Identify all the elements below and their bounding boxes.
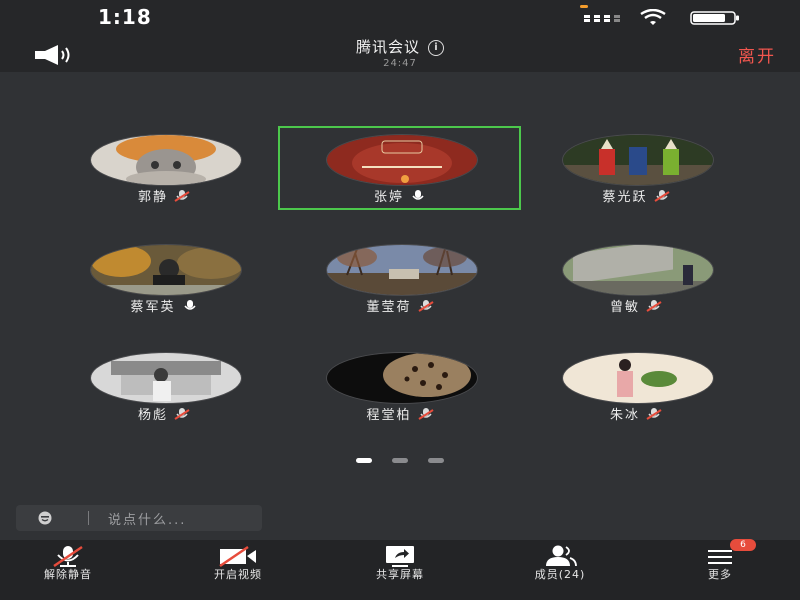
avatar bbox=[562, 244, 714, 296]
members-icon bbox=[546, 545, 577, 567]
participant-tile[interactable]: 郭静 bbox=[74, 124, 254, 224]
avatar bbox=[90, 244, 242, 296]
participant-name: 杨彪 bbox=[137, 408, 168, 423]
participant-name: 董莹荷 bbox=[366, 300, 412, 315]
avatar bbox=[90, 352, 242, 404]
participant-name: 郭静 bbox=[137, 190, 168, 205]
participant-grid: 郭静 张婷 蔡光跃 蔡军英 董莹荷 曾敏 杨彪 程堂柏 朱冰 bbox=[0, 72, 800, 452]
participant-name: 曾敏 bbox=[609, 300, 640, 315]
participant-label: 张婷 bbox=[310, 186, 490, 205]
participant-label: 朱冰 bbox=[546, 404, 726, 423]
recording-indicator bbox=[580, 5, 588, 8]
more-badge: 6 bbox=[730, 539, 756, 551]
meeting-header: 腾讯会议 i 24:47 离开 bbox=[0, 34, 800, 72]
participant-tile[interactable]: 董莹荷 bbox=[310, 234, 490, 334]
participant-label: 曾敏 bbox=[546, 296, 726, 315]
cellular-signal-icon bbox=[584, 15, 620, 22]
unmute-button[interactable]: 解除静音 bbox=[8, 540, 128, 600]
unmute-label: 解除静音 bbox=[44, 568, 92, 581]
participant-tile[interactable]: 曾敏 bbox=[546, 234, 726, 334]
participant-tile[interactable]: 张婷 bbox=[310, 124, 490, 224]
mic-muted-icon bbox=[174, 190, 190, 202]
wifi-icon bbox=[640, 9, 666, 25]
participant-name: 张婷 bbox=[373, 190, 404, 205]
mic-muted-icon bbox=[417, 408, 434, 420]
page-dot[interactable] bbox=[392, 458, 408, 463]
participant-name: 程堂柏 bbox=[366, 408, 412, 423]
status-time: 1:18 bbox=[98, 5, 152, 29]
participant-label: 杨彪 bbox=[74, 404, 254, 423]
mic-muted-icon bbox=[646, 408, 662, 420]
avatar bbox=[562, 134, 714, 186]
participant-tile[interactable]: 程堂柏 bbox=[310, 342, 490, 442]
avatar bbox=[326, 352, 478, 404]
share-screen-icon bbox=[386, 546, 414, 567]
participant-label: 董莹荷 bbox=[310, 296, 490, 315]
meeting-duration: 24:47 bbox=[383, 58, 417, 69]
share-screen-label: 共享屏幕 bbox=[376, 568, 424, 581]
meeting-title: 腾讯会议 bbox=[355, 38, 420, 56]
status-bar: 1:18 bbox=[0, 0, 800, 34]
more-label: 更多 bbox=[708, 568, 732, 581]
info-icon[interactable]: i bbox=[428, 40, 444, 56]
members-label: 成员(24) bbox=[534, 568, 586, 581]
participant-tile[interactable]: 朱冰 bbox=[546, 342, 726, 442]
participant-label: 郭静 bbox=[74, 186, 254, 205]
leave-button[interactable]: 离开 bbox=[738, 42, 776, 67]
participant-tile[interactable]: 蔡军英 bbox=[74, 234, 254, 334]
emoji-icon[interactable] bbox=[38, 511, 52, 525]
battery-icon bbox=[690, 11, 739, 25]
members-button[interactable]: 成员(24) bbox=[500, 540, 620, 600]
start-video-label: 开启视频 bbox=[214, 568, 262, 581]
mic-muted-icon bbox=[174, 408, 190, 420]
participant-label: 程堂柏 bbox=[310, 404, 490, 423]
title-block: 腾讯会议 i 24:47 bbox=[0, 36, 800, 69]
page-indicator[interactable] bbox=[356, 458, 456, 468]
participant-name: 蔡光跃 bbox=[602, 190, 648, 205]
avatar bbox=[326, 134, 478, 186]
camera-off-icon bbox=[219, 545, 256, 568]
participant-tile[interactable]: 杨彪 bbox=[74, 342, 254, 442]
participant-label: 蔡军英 bbox=[74, 296, 254, 315]
bottom-toolbar: 解除静音 开启视频 共享屏幕 成员(24) 6 更多 bbox=[0, 539, 800, 600]
page-dot-active[interactable] bbox=[356, 458, 372, 463]
mic-muted-icon bbox=[417, 300, 434, 312]
chat-divider bbox=[88, 511, 89, 525]
mic-icon bbox=[412, 190, 424, 200]
more-button[interactable]: 6 更多 bbox=[660, 539, 780, 600]
chat-input[interactable]: 说点什么... bbox=[16, 505, 262, 531]
mic-muted-icon bbox=[653, 190, 670, 202]
participant-tile[interactable]: 蔡光跃 bbox=[546, 124, 726, 224]
start-video-button[interactable]: 开启视频 bbox=[178, 540, 298, 600]
avatar bbox=[562, 352, 714, 404]
participant-label: 蔡光跃 bbox=[546, 186, 726, 205]
avatar bbox=[90, 134, 242, 186]
mic-muted-icon bbox=[646, 300, 662, 312]
page-dot[interactable] bbox=[428, 458, 444, 463]
avatar bbox=[326, 244, 478, 296]
chat-placeholder: 说点什么... bbox=[108, 513, 187, 528]
participant-name: 蔡军英 bbox=[130, 300, 176, 315]
participant-name: 朱冰 bbox=[609, 408, 640, 423]
mic-icon bbox=[183, 300, 196, 310]
share-screen-button[interactable]: 共享屏幕 bbox=[340, 540, 460, 600]
mic-off-icon bbox=[53, 545, 83, 568]
